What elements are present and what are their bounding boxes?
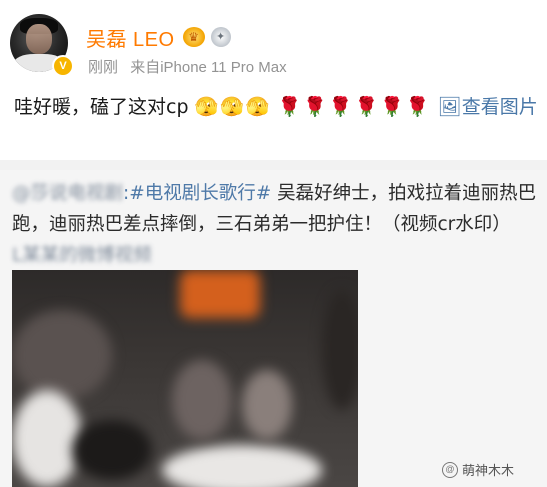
divider xyxy=(0,160,547,170)
repost-text: @莎说电视剧:#电视剧长歌行# 吴磊好绅士，拍戏拉着迪丽热巴跑，迪丽热巴差点摔倒… xyxy=(12,178,537,271)
blob-right xyxy=(322,290,358,410)
avatar-face xyxy=(26,24,52,54)
post-source[interactable]: 来自iPhone 11 Pro Max xyxy=(130,59,286,76)
watermark: @ 萌神木木 xyxy=(442,460,514,479)
username[interactable]: 吴磊 LEO xyxy=(86,23,175,52)
name-row: 吴磊 LEO ♛ ✦ xyxy=(86,23,231,52)
repost-username[interactable]: @莎说电视剧 xyxy=(12,178,123,209)
watermark-text: 萌神木木 xyxy=(462,463,515,478)
repost-card[interactable]: @莎说电视剧:#电视剧长歌行# 吴磊好绅士，拍戏拉着迪丽热巴跑，迪丽热巴差点摔倒… xyxy=(0,170,547,487)
rose-emojis: 🌹🌹🌹🌹🌹🌹 xyxy=(277,96,432,118)
blob-hand xyxy=(242,370,292,440)
view-images-link[interactable]: 🖼查看图片 xyxy=(438,96,538,118)
at-icon: @ xyxy=(442,461,458,478)
face-emojis: 🫣🫣🫣 xyxy=(194,96,272,118)
post-meta: 刚刚 来自iPhone 11 Pro Max xyxy=(88,56,287,77)
blob-orange xyxy=(180,270,260,318)
video-link[interactable]: L某某的微博视频 xyxy=(12,240,152,271)
blob-white-bottom xyxy=(162,445,322,487)
hashtag-link[interactable]: #电视剧长歌行# xyxy=(129,183,271,204)
verified-badge-icon: V xyxy=(52,55,74,77)
blob-hair xyxy=(72,420,152,480)
post-main-text: 哇好暖，磕了这对cp xyxy=(14,96,189,118)
post-header: V 吴磊 LEO ♛ ✦ 刚刚 来自iPhone 11 Pro Max xyxy=(0,0,547,90)
post-time: 刚刚 xyxy=(88,59,119,76)
image-icon: 🖼 xyxy=(437,96,462,118)
crown-icon[interactable]: ♛ xyxy=(182,27,205,47)
blob-white-left xyxy=(12,390,82,487)
post-text: 哇好暖，磕了这对cp 🫣🫣🫣 🌹🌹🌹🌹🌹🌹 🖼查看图片 xyxy=(14,92,539,123)
blob-dark xyxy=(12,310,112,400)
video-thumbnail[interactable] xyxy=(12,270,358,487)
view-images-label: 查看图片 xyxy=(461,96,538,118)
blob-arm xyxy=(172,360,232,440)
medal-icon[interactable]: ✦ xyxy=(210,27,231,47)
